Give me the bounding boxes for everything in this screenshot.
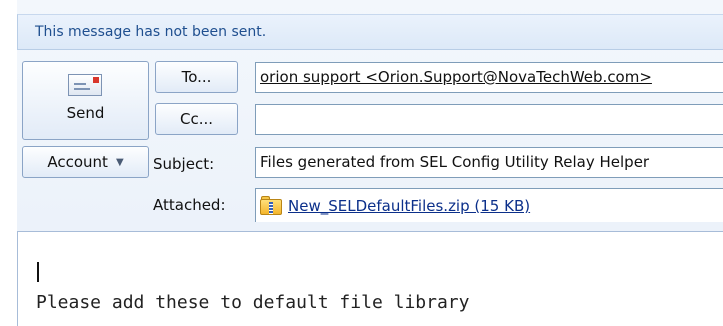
subject-label: Subject: (153, 155, 215, 173)
cc-button[interactable]: Cc... (155, 103, 238, 135)
envelope-icon (67, 74, 104, 96)
to-button-label: To... (181, 68, 212, 86)
subject-field[interactable]: Files generated from SEL Config Utility … (255, 147, 723, 178)
attachment-link[interactable]: New_SELDefaultFiles.zip (15 KB) (288, 197, 530, 215)
send-button-label: Send (66, 104, 105, 122)
account-button-label: Account (47, 153, 108, 171)
compose-window: This message has not been sent. Send Acc… (17, 0, 723, 326)
send-button[interactable]: Send (22, 61, 149, 140)
zip-folder-icon (260, 195, 286, 216)
attachment-field[interactable]: New_SELDefaultFiles.zip (15 KB) (255, 188, 723, 222)
chevron-down-icon: ▼ (115, 156, 124, 168)
text-cursor (37, 262, 39, 282)
to-field[interactable]: orion support <Orion.Support@NovaTechWeb… (255, 62, 723, 93)
message-body-text: Please add these to default file library (36, 292, 470, 313)
cc-field[interactable] (255, 104, 723, 135)
info-bar-message: This message has not been sent. (35, 24, 267, 40)
cc-button-label: Cc... (179, 110, 214, 128)
to-recipient[interactable]: orion support <Orion.Support@NovaTechWeb… (260, 68, 652, 86)
subject-value: Files generated from SEL Config Utility … (260, 153, 650, 171)
to-button[interactable]: To... (155, 61, 238, 93)
message-body[interactable]: Please add these to default file library (17, 231, 723, 326)
account-button[interactable]: Account ▼ (22, 146, 149, 178)
info-bar: This message has not been sent. (17, 14, 723, 50)
attached-label: Attached: (153, 196, 226, 214)
